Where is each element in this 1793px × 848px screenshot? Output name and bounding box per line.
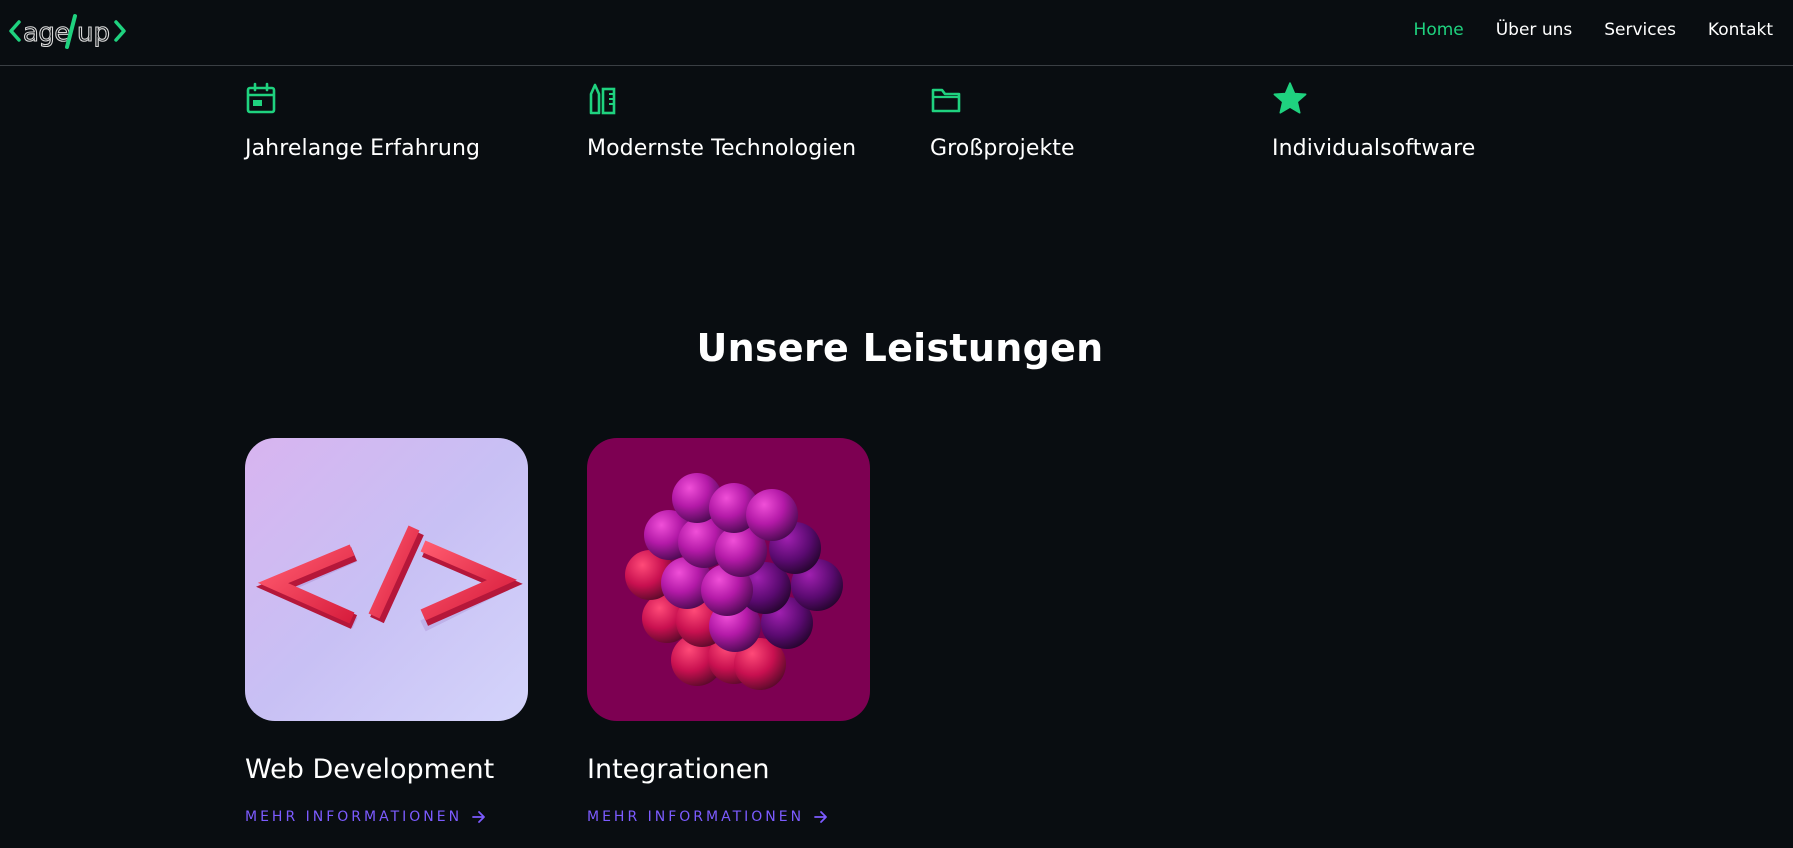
svg-text:up: up [77,18,110,48]
feature-custom-software: Individualsoftware [1272,82,1592,161]
more-info-link[interactable]: MEHR INFORMATIONEN [587,809,828,825]
feature-technologies: Modernste Technologien [587,82,907,161]
logo-mark: age up [9,14,126,49]
nav-services[interactable]: Services [1604,20,1676,40]
section-title: Unsere Leistungen [696,326,1104,370]
feature-title: Modernste Technologien [587,136,857,161]
nav-ueber-uns[interactable]: Über uns [1496,20,1573,40]
more-info-link[interactable]: MEHR INFORMATIONEN [245,809,486,825]
main-nav: Home Über uns Services Kontakt [1382,0,1773,60]
tools-icon [589,83,616,115]
feature-experience: Jahrelange Erfahrung [245,82,565,161]
card-title: Integrationen [587,754,770,785]
service-card-web-development[interactable]: Web Development MEHR INFORMATIONEN [245,438,528,825]
calendar-icon [246,82,276,114]
card-title: Web Development [245,754,495,785]
feature-title: Großprojekte [930,136,1075,161]
arrow-right-icon [472,811,485,823]
site-header: age up Home Über uns Services Kontakt [0,0,1793,66]
star-icon [1273,82,1307,114]
feature-title: Jahrelange Erfahrung [245,136,481,161]
svg-text:age: age [23,18,70,48]
logo[interactable]: age up [9,10,133,52]
more-info-label: MEHR INFORMATIONEN [245,809,463,825]
service-card-integrations[interactable]: Integrationen MEHR INFORMATIONEN [587,438,870,825]
nav-home[interactable]: Home [1414,20,1464,40]
code-brackets-image[interactable] [245,438,528,721]
nav-kontakt[interactable]: Kontakt [1708,20,1773,40]
page: age up Home Über uns Services Kontakt Ja… [0,0,1793,848]
arrow-right-icon [814,811,827,823]
folder-icon [931,88,961,113]
feature-large-projects: Großprojekte [930,82,1250,161]
spheres-cluster-image[interactable] [587,438,870,721]
feature-title: Individualsoftware [1272,136,1476,161]
more-info-label: MEHR INFORMATIONEN [587,809,805,825]
